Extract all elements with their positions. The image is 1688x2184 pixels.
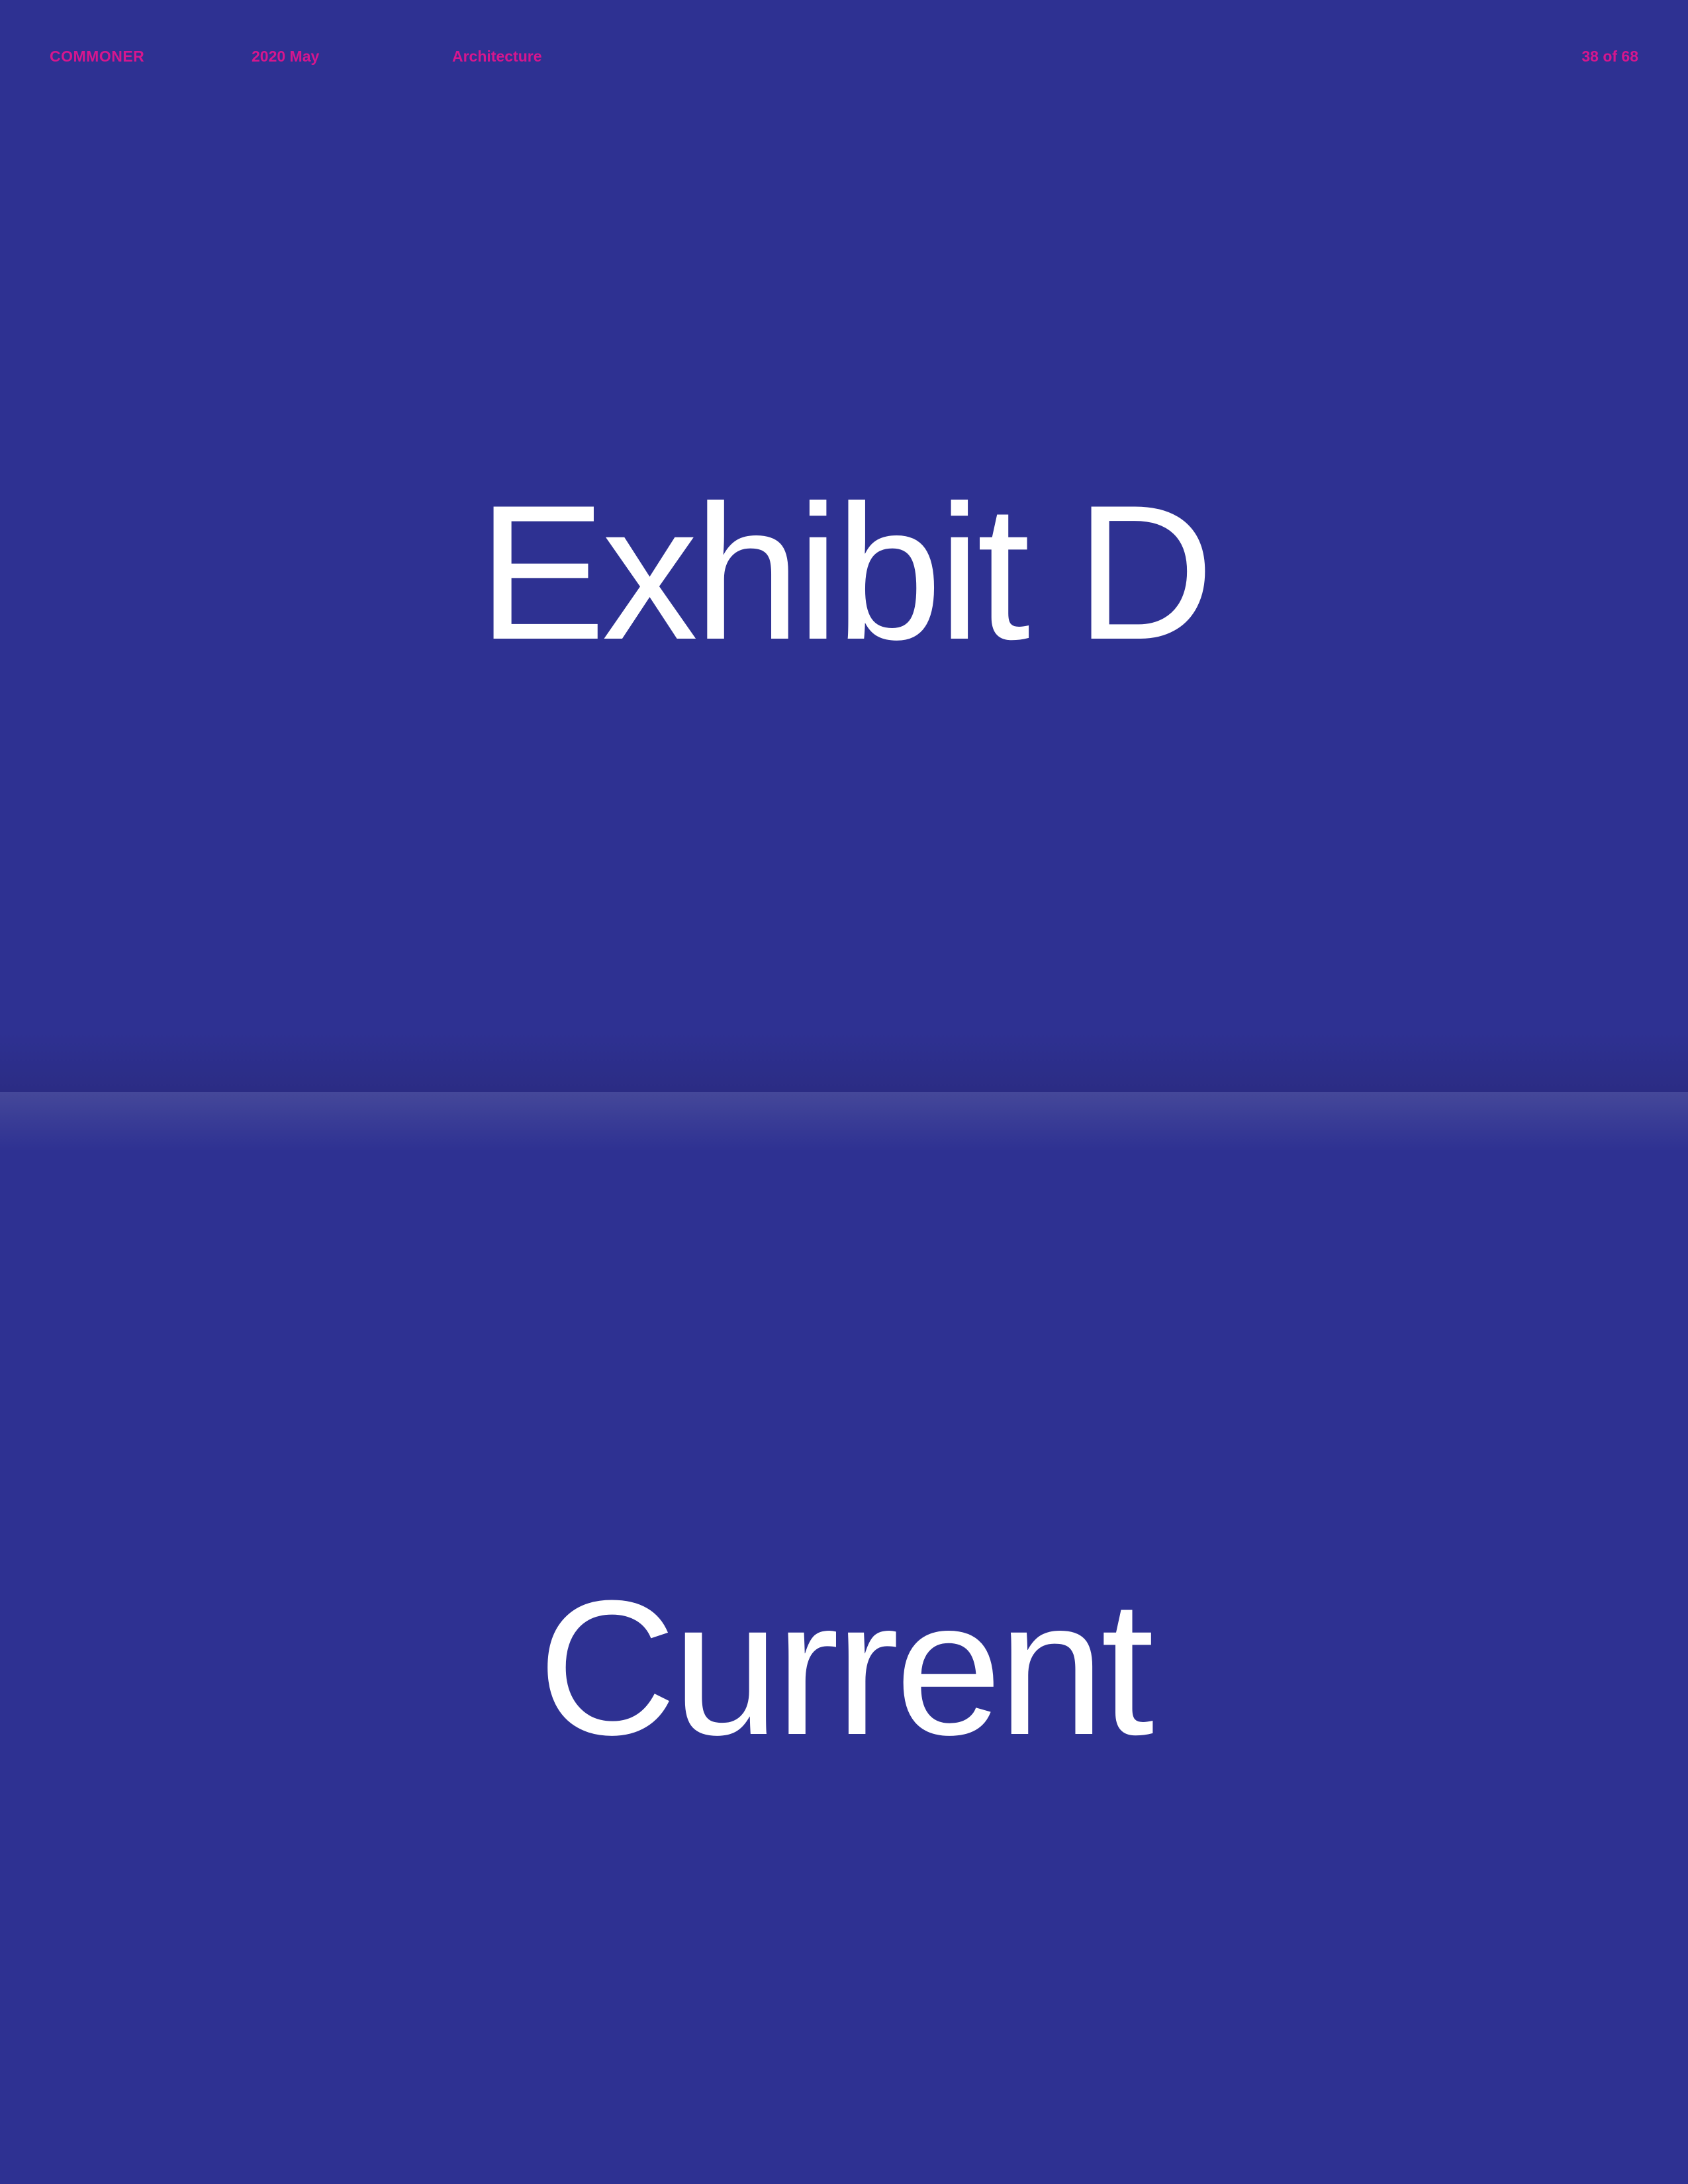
- page-indicator: 38 of 68: [1581, 48, 1638, 65]
- section-name: Architecture: [452, 48, 542, 65]
- exhibit-title: Exhibit D: [477, 465, 1214, 680]
- exhibit-title-panel: Exhibit D: [0, 0, 1688, 1092]
- exhibit-subtitle: Current: [538, 1561, 1154, 1775]
- publication-name: COMMONER: [50, 48, 145, 65]
- issue-date: 2020 May: [252, 48, 320, 65]
- page-header: COMMONER 2020 May Architecture 38 of 68: [0, 45, 1688, 68]
